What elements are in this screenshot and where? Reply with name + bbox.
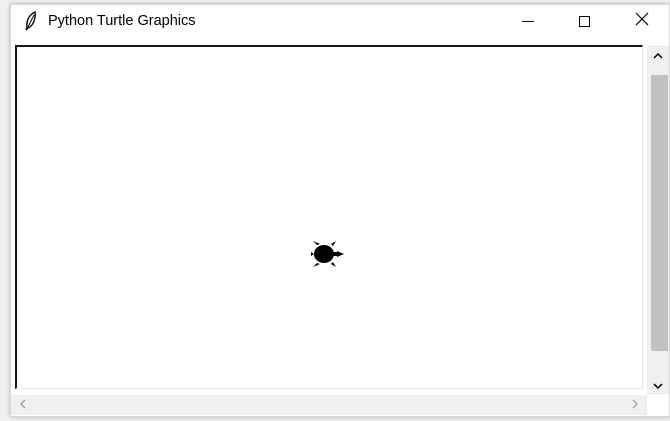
turtle-window: Python Turtle Graphics: [10, 4, 670, 417]
maximize-icon: [578, 15, 590, 27]
title-bar[interactable]: Python Turtle Graphics: [11, 5, 669, 37]
scroll-left-button[interactable]: [13, 395, 33, 415]
minimize-button[interactable]: [505, 5, 551, 37]
turtle-icon: [311, 241, 345, 267]
feather-icon: [23, 10, 39, 31]
maximize-button[interactable]: [561, 5, 607, 37]
window-title: Python Turtle Graphics: [48, 13, 196, 29]
chevron-up-icon: [653, 46, 663, 64]
vertical-scroll-thumb[interactable]: [651, 75, 668, 351]
vertical-scrollbar[interactable]: [647, 45, 669, 395]
chevron-right-icon: [632, 396, 638, 414]
close-button[interactable]: [619, 5, 665, 37]
scroll-up-button[interactable]: [647, 45, 669, 65]
chevron-left-icon: [20, 396, 26, 414]
horizontal-scrollbar[interactable]: [11, 395, 647, 415]
scroll-right-button[interactable]: [625, 395, 645, 415]
close-icon: [635, 12, 649, 31]
turtle-canvas[interactable]: [15, 45, 643, 389]
scroll-down-button[interactable]: [647, 375, 669, 395]
minimize-icon: [522, 20, 534, 22]
chevron-down-icon: [653, 376, 663, 394]
